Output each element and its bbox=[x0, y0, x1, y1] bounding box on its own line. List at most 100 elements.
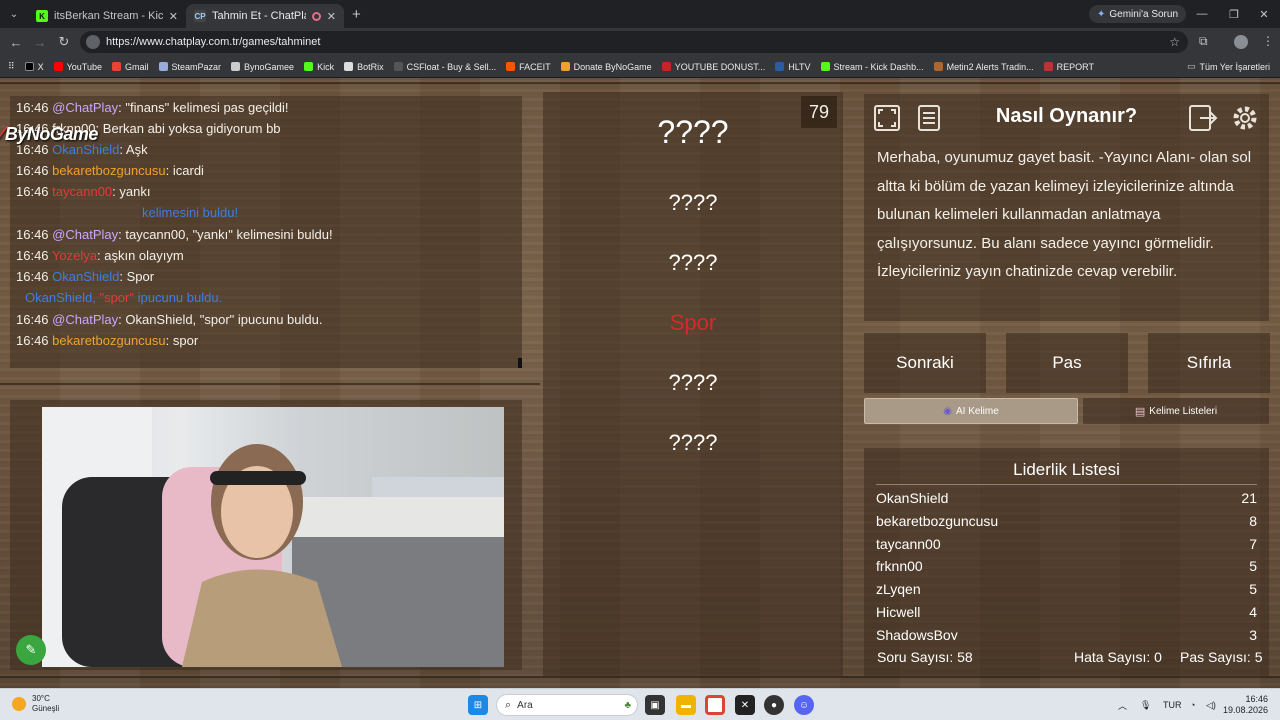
restore-icon[interactable]: ❐ bbox=[1218, 0, 1250, 28]
microphone-icon[interactable]: 🎙 bbox=[1140, 689, 1151, 720]
secret-word: ???? bbox=[657, 114, 729, 150]
bookmark-botrix[interactable]: BotRix bbox=[344, 62, 384, 72]
search-highlight-icon: ♣ bbox=[624, 699, 631, 711]
capcut-icon[interactable]: ✕ bbox=[735, 695, 755, 715]
apps-icon[interactable]: ⠿ bbox=[8, 61, 15, 72]
timestamp: 16:46 bbox=[16, 184, 49, 199]
extensions-icon[interactable]: ⧉ bbox=[1199, 34, 1208, 49]
new-tab-button[interactable]: + bbox=[352, 6, 361, 23]
chat-text: : OkanShield, "spor" ipucunu buldu. bbox=[118, 312, 323, 327]
donate-icon bbox=[560, 62, 570, 71]
word-lists-tab[interactable]: ▤ Kelime Listeleri bbox=[1083, 398, 1269, 424]
bookmark-youtube-donust[interactable]: YOUTUBE DONUST... bbox=[661, 62, 765, 72]
bookmark-gmail[interactable]: Gmail bbox=[111, 61, 149, 72]
chat-username: taycann00 bbox=[52, 184, 113, 199]
bookmark-label: Gmail bbox=[124, 61, 149, 72]
hltv-icon bbox=[775, 62, 785, 71]
chat-username: bekaretbozguncusu bbox=[52, 333, 166, 348]
minimize-icon[interactable]: — bbox=[1186, 0, 1218, 28]
chat-text: : yankı bbox=[112, 184, 151, 199]
pass-button[interactable]: Pas bbox=[1006, 333, 1128, 393]
bookmark-label: Kick bbox=[317, 61, 335, 72]
logout-icon[interactable] bbox=[1187, 102, 1219, 134]
chrome-icon[interactable] bbox=[705, 695, 725, 715]
timestamp: 16:46 bbox=[16, 100, 49, 115]
chat-hint-word: "spor" bbox=[99, 290, 134, 305]
tray-overflow-icon[interactable]: ︿ bbox=[1118, 689, 1127, 720]
bookmark-donate[interactable]: Donate ByNoGame bbox=[560, 62, 652, 72]
task-view-icon[interactable]: ▣ bbox=[645, 695, 665, 715]
bookmark-kick[interactable]: Kick bbox=[304, 62, 334, 72]
timestamp: 16:46 bbox=[16, 333, 49, 348]
bookmark-hltv[interactable]: HLTV bbox=[775, 62, 811, 72]
discord-icon[interactable]: ☺ bbox=[794, 695, 814, 715]
windows-start-icon[interactable]: ⊞ bbox=[468, 695, 488, 715]
leaderboard-list[interactable]: OkanShield 21 bekaretbozguncusu 8 taycann0… bbox=[876, 490, 1257, 640]
hint-word-found: Spor bbox=[669, 310, 717, 335]
leaderboard-row: frknn00 5 bbox=[876, 558, 1257, 581]
bookmark-label: Stream - Kick Dashb... bbox=[833, 61, 924, 72]
bookmark-bynogamee[interactable]: BynoGamee bbox=[231, 62, 294, 72]
file-explorer-icon[interactable]: ▬ bbox=[676, 695, 696, 715]
all-bookmarks[interactable]: ▭ Tüm Yer İşaretleri bbox=[1187, 61, 1270, 72]
toolbar: ← → ↻ https://www.chatplay.com.tr/games/… bbox=[0, 28, 1280, 56]
bookmark-report[interactable]: REPORT bbox=[1043, 61, 1094, 72]
bookmark-metin2[interactable]: Metin2 Alerts Tradin... bbox=[933, 62, 1034, 72]
chat-message: 16:46 taycann00: yankı bbox=[16, 184, 150, 199]
next-button[interactable]: Sonraki bbox=[864, 333, 986, 393]
ai-word-tab[interactable]: ◉ AI Kelime bbox=[864, 398, 1078, 424]
bookmark-x[interactable]: X bbox=[24, 62, 44, 72]
bookmark-youtube[interactable]: YouTube bbox=[53, 61, 102, 72]
player-name: bekaretbozguncusu bbox=[876, 512, 999, 529]
tab-label: Kelime Listeleri bbox=[1149, 405, 1218, 417]
volume-icon[interactable]: ◁) bbox=[1206, 689, 1216, 720]
address-bar[interactable]: https://www.chatplay.com.tr/games/tahmin… bbox=[80, 31, 1188, 53]
back-icon[interactable]: ← bbox=[4, 35, 28, 50]
leaderboard-row: OkanShield 21 bbox=[876, 490, 1257, 513]
hint-word: ???? bbox=[668, 190, 718, 215]
network-icon[interactable]: ◔ bbox=[1190, 689, 1195, 720]
player-name: zLyqen bbox=[876, 581, 921, 598]
player-score: 5 bbox=[1249, 581, 1257, 598]
tab-kick-dashboard[interactable]: K itsBerkan Stream - Kick Dashbo ✕ bbox=[28, 4, 186, 28]
bookmark-label: YouTube bbox=[66, 61, 102, 72]
taskbar-search[interactable]: ⌕ Ara ♣ bbox=[496, 694, 638, 716]
leaderboard-divider bbox=[876, 484, 1257, 485]
tab-chatplay[interactable]: CP Tahmin Et - ChatPlay ✕ bbox=[186, 4, 344, 28]
temperature: 30°C bbox=[32, 694, 50, 703]
cam-control-icon[interactable]: ✎ bbox=[16, 635, 46, 665]
bookmark-label: REPORT bbox=[1056, 61, 1094, 72]
system-clock[interactable]: 16:46 19.08.2026 bbox=[1223, 694, 1268, 716]
chat-message: 16:46 bekaretbozguncusu: spor bbox=[16, 333, 198, 348]
clock-date: 19.08.2026 bbox=[1222, 705, 1268, 715]
settings-gear-icon[interactable] bbox=[1229, 102, 1261, 134]
site-info-icon[interactable] bbox=[86, 35, 100, 49]
player-score: 8 bbox=[1249, 512, 1257, 529]
chat-text: : aşkın olayıym bbox=[97, 248, 184, 263]
close-window-icon[interactable]: ✕ bbox=[1248, 0, 1280, 28]
profile-avatar[interactable] bbox=[1234, 35, 1248, 49]
reload-icon[interactable]: ↻ bbox=[52, 34, 76, 50]
bookmark-steampazar[interactable]: SteamPazar bbox=[158, 62, 221, 72]
close-tab-icon[interactable]: ✕ bbox=[169, 10, 178, 23]
tab-search-icon[interactable]: ⌄ bbox=[0, 0, 28, 28]
bookmark-star-icon[interactable]: ☆ bbox=[1169, 35, 1180, 49]
leaderboard-row: Hicwell 4 bbox=[876, 604, 1257, 627]
bookmark-stream-kick[interactable]: Stream - Kick Dashb... bbox=[820, 61, 924, 72]
forward-icon[interactable]: → bbox=[28, 35, 52, 50]
reset-button[interactable]: Sıfırla bbox=[1148, 333, 1270, 393]
weather-widget[interactable]: 30°C Güneşli bbox=[12, 694, 59, 714]
gemini-icon: ✦ bbox=[1097, 8, 1106, 20]
leaderboard-row: taycann00 7 bbox=[876, 536, 1257, 559]
bookmark-label: BotRix bbox=[357, 61, 384, 72]
language-indicator[interactable]: TUR bbox=[1163, 689, 1182, 720]
bookmark-faceit[interactable]: FACEIT bbox=[506, 62, 551, 72]
menu-icon[interactable]: ⋮ bbox=[1262, 34, 1274, 48]
gemini-button[interactable]: ✦ Gemini'a Sorun bbox=[1089, 5, 1186, 23]
chat-scrollbar[interactable] bbox=[518, 358, 522, 368]
obs-icon[interactable]: ● bbox=[764, 695, 784, 715]
close-tab-icon[interactable]: ✕ bbox=[327, 10, 336, 23]
bookmark-csfloat[interactable]: CSFloat - Buy & Sell... bbox=[393, 62, 496, 72]
search-icon: ⌕ bbox=[505, 698, 512, 711]
sun-icon bbox=[12, 697, 26, 711]
